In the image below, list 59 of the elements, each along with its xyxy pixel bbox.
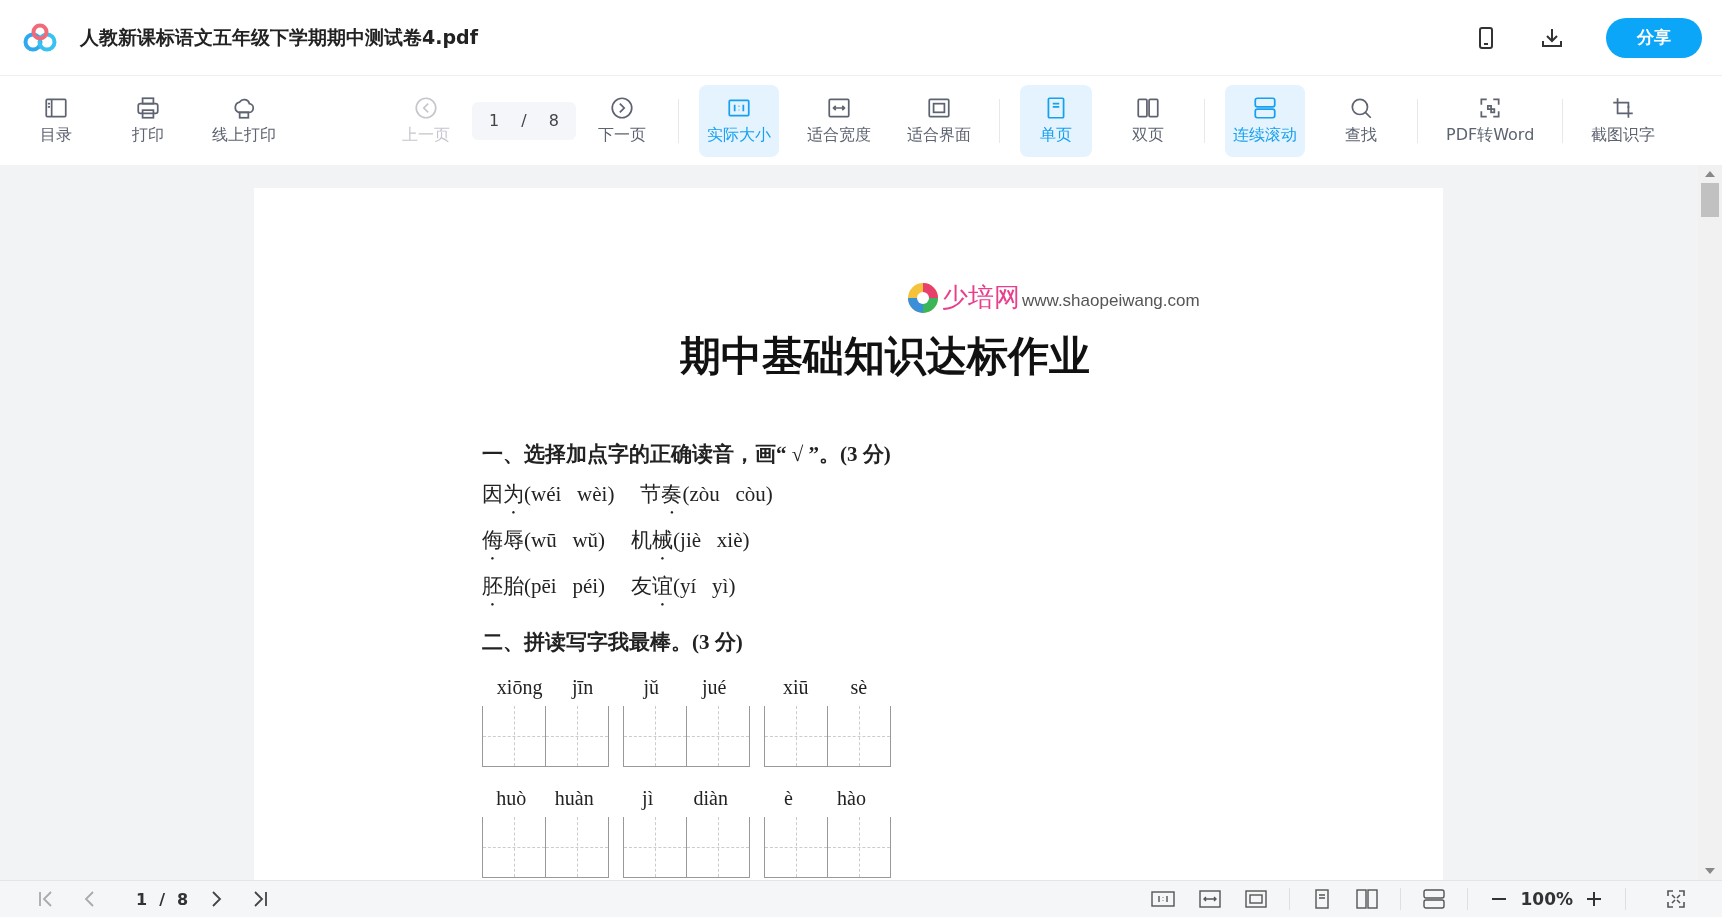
fullscreen-icon[interactable] [1666, 889, 1686, 909]
fit-width-icon[interactable] [826, 95, 852, 121]
pinyin-text: jué [702, 675, 727, 699]
pinyin-text: jǔ [643, 675, 660, 699]
pinyin-choice: 机械(jiè xiè) [631, 527, 750, 554]
pinyin-choice: 友谊(yí yì) [631, 573, 736, 600]
fit-width-icon[interactable] [1199, 889, 1222, 909]
toolbar-button[interactable]: 截图识字 [1583, 84, 1664, 157]
toolbar-button[interactable]: PDF转Word [1438, 84, 1543, 157]
pinyin-text: huò [496, 786, 527, 810]
toolbar-button[interactable]: 目录 [20, 84, 92, 157]
document-title: 期中基础知识达标作业 [680, 331, 1091, 382]
zoom-level: 100% [1520, 889, 1573, 909]
toolbar-button[interactable]: 线上打印 [204, 84, 284, 157]
pinyin-choice: 侮辱(wū wǔ) [482, 527, 606, 554]
pinyin-text: jīn [572, 675, 594, 699]
pinyin-text: è [784, 786, 793, 810]
printer-icon[interactable] [135, 95, 161, 121]
pinyin-choice: 因为(wéi wèi) [482, 481, 615, 508]
pinyin-text: xiōng [496, 675, 543, 699]
scroll-down-icon[interactable] [1705, 868, 1715, 874]
next-page-icon[interactable] [609, 95, 635, 121]
toolbar-button[interactable]: 双页 [1112, 84, 1184, 157]
cloud-logo-icon [22, 22, 58, 53]
sidebar-icon[interactable] [43, 95, 69, 121]
scroll-up-icon[interactable] [1705, 171, 1715, 177]
logo-text: 少培网 [942, 281, 1020, 314]
current-page-number[interactable]: 1 [136, 889, 148, 909]
double-page-icon[interactable] [1135, 95, 1161, 121]
double-page-icon[interactable] [1356, 889, 1379, 909]
toolbar-button[interactable]: 打印 [112, 84, 184, 157]
pinyin-choice: 节奏(zòu còu) [640, 481, 773, 508]
scrollbar[interactable] [1698, 165, 1722, 880]
toolbar-button[interactable]: 适合宽度 [799, 84, 879, 157]
pinyin-text: xiū [782, 675, 809, 699]
fit-page-icon[interactable] [926, 95, 952, 121]
toolbar-button[interactable]: 查找 [1325, 84, 1397, 157]
toolbar-button[interactable]: 下一页 [586, 84, 658, 157]
pinyin-text: hào [837, 786, 866, 810]
scroll-thumb[interactable] [1701, 183, 1719, 217]
page-number-field[interactable]: 1 / 8 [472, 101, 576, 140]
flower-logo-icon [906, 280, 940, 315]
toolbar-button[interactable]: 适合界面 [899, 84, 979, 157]
continuous-scroll-icon[interactable] [1423, 889, 1446, 909]
pinyin-text: jì [642, 786, 654, 810]
file-title: 人教新课标语文五年级下学期期中测试卷4.pdf [80, 24, 478, 50]
logo-url: www.shaopeiwang.com [1022, 290, 1200, 311]
question-heading: 一、选择加点字的正确读音，画“ √ ”。(3 分) [482, 441, 892, 468]
fit-page-icon[interactable] [1245, 889, 1268, 909]
page-separator: / [159, 889, 165, 909]
actual-size-icon[interactable] [1151, 889, 1176, 909]
question-heading: 二、拼读写字我最棒。(3 分) [482, 629, 744, 656]
pinyin-text: huàn [554, 786, 594, 810]
pinyin-text: diàn [693, 786, 728, 810]
total-pages: 8 [177, 889, 189, 909]
zoom-in-icon[interactable] [1585, 890, 1603, 908]
pinyin-choice: 胚胎(pēi péi) [482, 573, 606, 600]
pinyin-text: sè [850, 675, 868, 699]
continuous-scroll-icon[interactable] [1252, 95, 1278, 121]
